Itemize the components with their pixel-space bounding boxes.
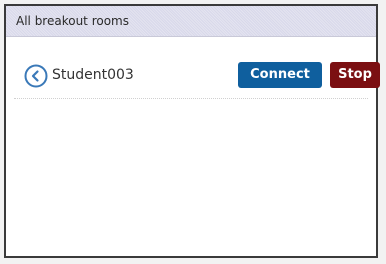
student-name: Student003 [52, 67, 134, 83]
breakout-rooms-panel: All breakout rooms Student003 Connect St… [4, 4, 380, 258]
stop-button[interactable]: Stop [330, 62, 380, 88]
panel-header: All breakout rooms [6, 6, 376, 37]
panel-title: All breakout rooms [16, 14, 129, 28]
connect-button[interactable]: Connect [238, 62, 322, 88]
breakout-room-row: Student003 Connect Stop [14, 52, 380, 99]
chevron-left-icon[interactable] [24, 64, 48, 88]
